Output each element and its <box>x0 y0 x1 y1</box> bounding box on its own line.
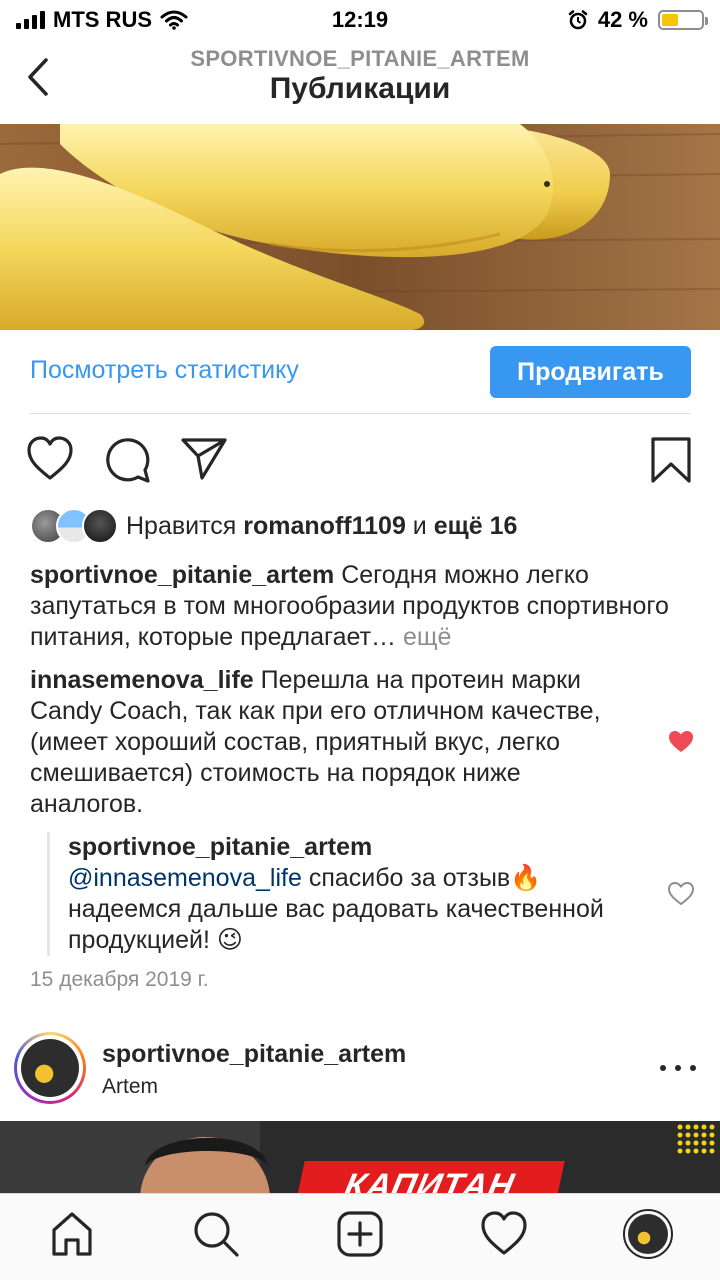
comment: innasemenova_life Перешла на протеин мар… <box>30 665 640 820</box>
likes-summary[interactable]: Нравится romanoff1109 и ещё 16 <box>126 512 517 541</box>
avatar <box>82 508 118 544</box>
reply-mention[interactable]: @innasemenova_life <box>68 864 302 892</box>
next-post-image[interactable]: КАПИТАН <box>0 1121 720 1193</box>
alarm-icon <box>568 10 588 30</box>
nav-header: SPORTIVNOE_PITANIE_ARTEM Публикации <box>0 40 720 124</box>
save-button[interactable] <box>650 436 692 484</box>
like-button[interactable] <box>26 436 74 482</box>
post-author-avatar[interactable] <box>14 1032 86 1104</box>
caption-more-link[interactable]: ещё <box>403 623 451 651</box>
comment-button[interactable] <box>104 436 152 484</box>
profile-avatar <box>623 1209 673 1259</box>
comment-like-button[interactable] <box>668 730 694 759</box>
tab-search[interactable] <box>186 1204 246 1264</box>
likes-conj: и <box>412 512 427 540</box>
post-photo[interactable] <box>0 124 720 330</box>
reply-like-button[interactable] <box>667 881 695 911</box>
post-date: 15 декабря 2019 г. <box>30 968 209 991</box>
battery-icon <box>658 10 708 30</box>
caption-username[interactable]: sportivnoe_pitanie_artem <box>30 561 334 589</box>
account-subtitle: SPORTIVNOE_PITANIE_ARTEM <box>190 46 530 71</box>
post-author-username[interactable]: sportivnoe_pitanie_artem <box>102 1040 406 1069</box>
page-title: Публикации <box>269 72 451 105</box>
reply-username[interactable]: sportivnoe_pitanie_artem <box>68 833 372 861</box>
add-post-icon <box>337 1211 383 1257</box>
send-icon <box>181 438 227 480</box>
more-options-button[interactable] <box>660 1058 696 1078</box>
home-icon <box>52 1212 92 1256</box>
post-caption: sportivnoe_pitanie_artem Сегодня можно л… <box>30 560 670 653</box>
heart-icon <box>27 436 73 480</box>
promote-button[interactable]: Продвигать <box>490 346 691 398</box>
share-button[interactable] <box>180 436 228 482</box>
reply-comment: sportivnoe_pitanie_artem @innasemenova_l… <box>68 832 648 956</box>
comment-icon <box>106 438 150 483</box>
likes-prefix: Нравится <box>126 512 237 540</box>
view-insights-link[interactable]: Посмотреть статистику <box>30 356 299 385</box>
likes-others[interactable]: ещё 16 <box>434 512 518 540</box>
search-icon <box>194 1212 239 1257</box>
reply-thread-line <box>47 832 50 956</box>
liker-username[interactable]: romanoff1109 <box>243 512 406 540</box>
battery-percent: 42 % <box>597 7 648 32</box>
heart-outline-icon <box>667 881 695 906</box>
liker-avatars[interactable] <box>30 508 118 544</box>
heart-filled-icon <box>669 731 693 752</box>
status-right: 42 % <box>568 7 708 33</box>
bookmark-icon <box>651 437 691 483</box>
status-bar: MTS RUS 12:19 42 % <box>0 0 720 40</box>
tab-new-post[interactable] <box>330 1204 390 1264</box>
image-caption-text: КАПИТАН <box>295 1161 565 1193</box>
tab-profile[interactable] <box>618 1204 678 1264</box>
comment-username[interactable]: innasemenova_life <box>30 666 254 694</box>
divider <box>30 413 690 414</box>
tab-bar <box>0 1193 720 1280</box>
tab-home[interactable] <box>42 1204 102 1264</box>
post-location[interactable]: Artem <box>102 1075 158 1099</box>
activity-heart-icon <box>481 1211 527 1255</box>
tab-activity[interactable] <box>474 1204 534 1264</box>
